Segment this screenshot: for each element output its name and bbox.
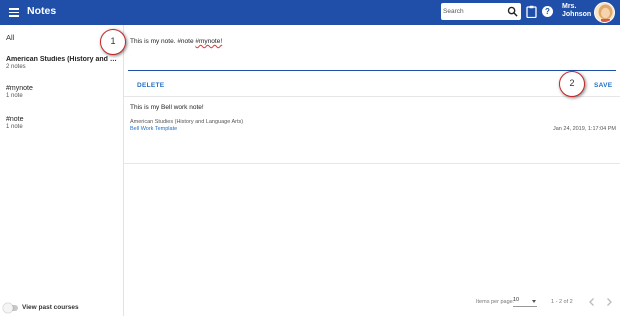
user-name-line1: Mrs.: [562, 3, 577, 10]
sidebar-item-mynote[interactable]: #mynote 1 note: [6, 85, 120, 99]
sidebar-item-all[interactable]: All: [6, 33, 14, 42]
pagination-range: 1 - 2 of 2: [551, 299, 573, 305]
clipboard-icon[interactable]: [526, 5, 537, 18]
sidebar-item-label: #mynote: [6, 85, 33, 92]
note-course: American Studies (History and Language A…: [130, 119, 244, 125]
main-content: This is my note. #note #mynote! DELETE S…: [124, 25, 620, 316]
note-template-link[interactable]: Bell Work Template: [130, 126, 177, 132]
search-icon[interactable]: [507, 6, 518, 17]
items-per-page-label: Items per page:: [476, 299, 515, 305]
editor-underline: [128, 70, 616, 71]
sidebar-item-count: 1 note: [6, 93, 23, 99]
avatar[interactable]: [594, 2, 615, 23]
items-per-page-value: 10: [513, 297, 520, 303]
sidebar-item-label: #note: [6, 116, 24, 123]
note-editor-tag: #mynote!: [195, 38, 223, 45]
sidebar-item-american-studies[interactable]: American Studies (History and Lan... 2 n…: [6, 56, 120, 70]
callout-marker-2: 2: [559, 71, 585, 97]
items-per-page-select[interactable]: 10: [513, 297, 537, 307]
page-title: Notes: [27, 5, 57, 17]
search-input[interactable]: [443, 5, 505, 18]
callout-marker-1: 1: [100, 29, 126, 55]
user-name-line2: Johnson: [562, 11, 592, 18]
chevron-down-icon: [532, 300, 536, 303]
note-editor-text: This is my note. #note: [130, 38, 196, 45]
next-page-icon[interactable]: [604, 297, 614, 307]
sidebar-item-note[interactable]: #note 1 note: [6, 116, 120, 130]
delete-button[interactable]: DELETE: [137, 82, 164, 89]
note-text: This is my Bell work note!: [130, 104, 204, 111]
view-past-courses-label: View past courses: [22, 304, 79, 311]
sidebar-item-count: 1 note: [6, 124, 23, 130]
search-box[interactable]: [441, 3, 521, 20]
note-date: Jan 24, 2019, 1:17:04 PM: [553, 126, 616, 132]
previous-page-icon[interactable]: [587, 297, 597, 307]
sidebar: All American Studies (History and Lan...…: [0, 25, 124, 316]
note-card[interactable]: This is my Bell work note! American Stud…: [124, 97, 620, 164]
top-app-bar: Notes ? Mrs. Johnson: [0, 0, 620, 25]
note-editor[interactable]: This is my note. #note #mynote!: [130, 38, 222, 45]
sidebar-item-count: 2 notes: [6, 64, 26, 70]
view-past-courses-toggle[interactable]: [3, 303, 18, 313]
sidebar-item-label: American Studies (History and Lan...: [6, 56, 120, 63]
save-button[interactable]: SAVE: [594, 82, 612, 89]
user-name[interactable]: Mrs. Johnson: [562, 3, 591, 19]
menu-icon[interactable]: [9, 8, 19, 17]
toggle-knob: [3, 303, 13, 313]
help-icon[interactable]: ?: [542, 6, 553, 17]
